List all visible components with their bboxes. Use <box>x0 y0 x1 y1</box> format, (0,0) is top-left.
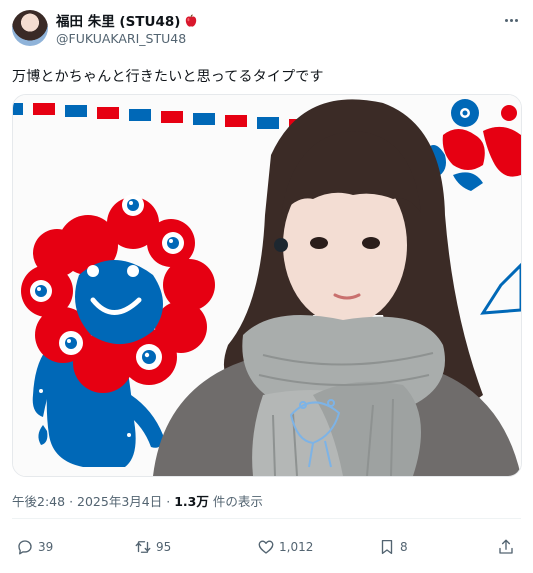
share-icon <box>497 538 515 556</box>
more-dot-icon <box>504 18 508 22</box>
like-button[interactable]: 1,012 <box>257 534 313 560</box>
author-handle[interactable]: @FUKUAKARI_STU48 <box>56 31 186 46</box>
tweet-photo[interactable] <box>12 94 522 477</box>
reply-count: 39 <box>38 540 54 554</box>
more-options-button[interactable] <box>501 12 521 28</box>
tweet-text: 万博とかちゃんと行きたいと思ってるタイプです <box>12 69 324 85</box>
like-count: 1,012 <box>279 540 314 554</box>
reply-button[interactable]: 39 <box>16 534 53 560</box>
heart-icon <box>257 538 275 556</box>
views-count: 1.3万 <box>174 494 209 509</box>
action-bar: 39 95 1,012 8 <box>12 534 521 560</box>
more-dot-icon <box>509 18 513 22</box>
tweet-time[interactable]: 午後2:48 <box>12 494 65 509</box>
retweet-count: 95 <box>156 540 172 554</box>
photo-illustration <box>13 95 521 476</box>
views-label: 件の表示 <box>212 494 263 509</box>
bookmark-button[interactable]: 8 <box>378 534 408 560</box>
retweet-button[interactable]: 95 <box>134 534 171 560</box>
divider <box>12 518 521 519</box>
more-dot-icon <box>514 18 518 22</box>
author-name-row: 福田 朱里 (STU48) <box>56 10 198 30</box>
reply-icon <box>16 538 34 556</box>
author-display-name[interactable]: 福田 朱里 (STU48) <box>56 10 180 30</box>
meta-separator: · <box>69 494 74 509</box>
tweet-date[interactable]: 2025年3月4日 <box>77 494 162 509</box>
bookmark-icon <box>378 538 396 556</box>
tweet-card: 福田 朱里 (STU48) @FUKUAKARI_STU48 万博とかちゃんと行… <box>0 0 533 573</box>
share-button[interactable] <box>497 534 515 560</box>
meta-separator: · <box>166 494 171 509</box>
bookmark-count: 8 <box>400 540 408 554</box>
avatar[interactable] <box>12 10 48 46</box>
retweet-icon <box>134 538 152 556</box>
red-apple-icon <box>184 13 198 27</box>
tweet-meta: 午後2:48 · 2025年3月4日 · 1.3万 件の表示 <box>12 491 263 510</box>
